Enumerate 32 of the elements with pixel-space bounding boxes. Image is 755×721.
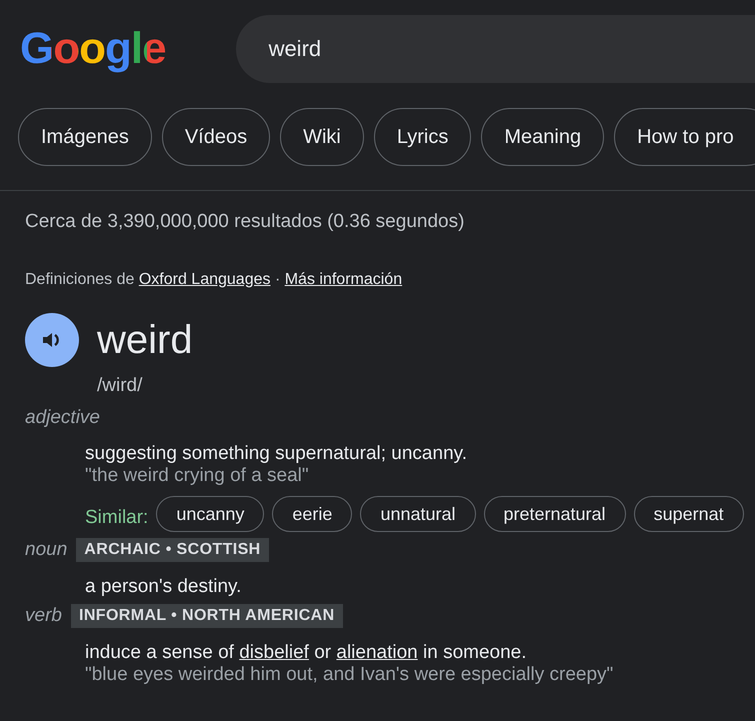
part-of-speech: adjective [25, 407, 100, 429]
play-audio-button[interactable] [25, 313, 79, 367]
similar-label: Similar: [85, 507, 148, 529]
link[interactable]: Oxford Languages [138, 271, 270, 288]
filter-chip[interactable]: Vídeos [162, 108, 270, 166]
filter-chip[interactable]: Lyrics [374, 108, 472, 166]
results-count: Cerca de 3,390,000,000 resultados (0.36 segundos) [25, 211, 464, 233]
filter-chip[interactable]: Wiki [280, 108, 364, 166]
link[interactable]: Más información [284, 271, 402, 288]
part-of-speech: noun [25, 539, 68, 561]
synonym-chip[interactable]: supernat [634, 496, 744, 532]
part-of-speech: verb [25, 605, 62, 627]
example: "the weird crying of a seal" [85, 465, 309, 487]
filter-chip[interactable]: Meaning [481, 108, 604, 166]
link[interactable]: disbelief [239, 642, 309, 663]
example: "blue eyes weirded him out, and Ivan's were especially creepy" [85, 664, 614, 686]
search-field[interactable]: weird [236, 15, 755, 83]
synonym-chip[interactable]: uncanny [156, 496, 264, 532]
definition: induce a sense of disbelief or alienation in someone. [85, 642, 527, 664]
definition: a person's destiny. [85, 576, 242, 598]
source-line: Definiciones de Oxford Languages · Más información [25, 271, 402, 289]
synonym-chip[interactable]: preternatural [484, 496, 626, 532]
headword: weird [97, 318, 193, 362]
synonym-chip[interactable]: eerie [272, 496, 352, 532]
definition: suggesting something supernatural; uncanny. [85, 443, 468, 465]
link[interactable]: alienation [336, 642, 418, 663]
synonym-chip[interactable]: unnatural [360, 496, 476, 532]
usage-tag: INFORMAL • NORTH AMERICAN [70, 604, 343, 628]
usage-tag: ARCHAIC • SCOTTISH [76, 538, 269, 562]
phonetic: /wird/ [97, 375, 142, 397]
filter-chip[interactable]: Imágenes [18, 108, 152, 166]
filter-chip[interactable]: How to pro [614, 108, 755, 166]
